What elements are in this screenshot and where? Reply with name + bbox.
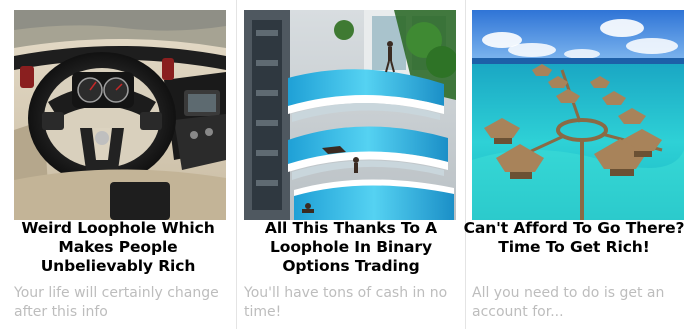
ad-teaser[interactable]: Your life will certainly change after th… <box>14 284 234 322</box>
balcony-pools-image[interactable] <box>244 10 456 220</box>
ad-headline[interactable]: All This Thanks To A Loophole In Binary … <box>237 219 465 276</box>
ad-teaser[interactable]: You'll have tons of cash in no time! <box>244 284 464 322</box>
ad-teaser[interactable]: All you need to do is get an account for… <box>472 284 682 322</box>
ad-headline[interactable]: Weird Loophole Which Makes People Unbeli… <box>4 219 232 276</box>
overwater-bungalows-image[interactable] <box>472 10 684 220</box>
ad-card[interactable]: All This Thanks To A Loophole In Binary … <box>237 0 465 329</box>
ad-card[interactable]: Can't Afford To Go There? Time To Get Ri… <box>464 0 684 329</box>
ad-headline[interactable]: Can't Afford To Go There? Time To Get Ri… <box>460 219 684 257</box>
car-interior-image[interactable] <box>14 10 226 220</box>
ad-card[interactable]: Weird Loophole Which Makes People Unbeli… <box>0 0 236 329</box>
sponsored-ads-grid: Weird Loophole Which Makes People Unbeli… <box>0 0 684 329</box>
